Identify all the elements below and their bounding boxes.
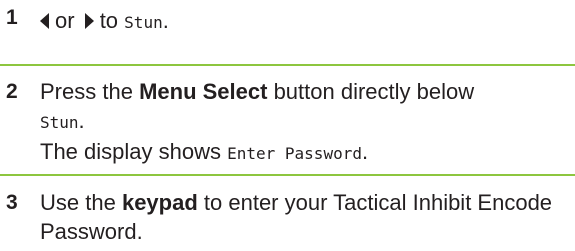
step-3: 3 Use the keypad to enter your Tactical … <box>0 176 575 251</box>
display-text: Enter Password <box>227 144 362 163</box>
step-number: 3 <box>6 191 18 214</box>
button-name: Menu Select <box>139 79 268 104</box>
step-text: Press the Menu Select button directly be… <box>40 77 573 168</box>
end-text: . <box>361 139 369 164</box>
step-1: 1 or to Stun. <box>0 0 575 46</box>
mode-term: Stun <box>40 113 79 132</box>
end-text: . <box>78 108 85 133</box>
step-2: 2 Press the Menu Select button directly … <box>0 66 575 166</box>
mode-term: Stun <box>124 13 163 32</box>
step-text: or to Stun. <box>40 6 573 37</box>
step-number: 2 <box>6 80 18 103</box>
text-after: button directly below <box>273 79 475 104</box>
step-number: 1 <box>6 6 18 29</box>
end-text: . <box>162 8 169 33</box>
keypad-term: keypad <box>121 190 198 215</box>
text-after: to enter your Tactical Inhibit Encode Pa… <box>40 190 553 244</box>
connector-text: or <box>55 8 75 33</box>
step-line: Press the Menu Select button directly be… <box>40 77 573 106</box>
left-arrow-icon <box>40 13 49 29</box>
step-text: Use the keypad to enter your Tactical In… <box>40 188 573 246</box>
right-arrow-icon <box>84 13 94 29</box>
lead-text: to <box>99 8 119 33</box>
text-before: Use the <box>40 190 116 215</box>
step-line: Stun. <box>40 106 573 137</box>
step-result-line: The display shows Enter Password. <box>40 137 573 168</box>
result-text: The display shows <box>40 139 221 164</box>
text-before: Press the <box>40 79 133 104</box>
